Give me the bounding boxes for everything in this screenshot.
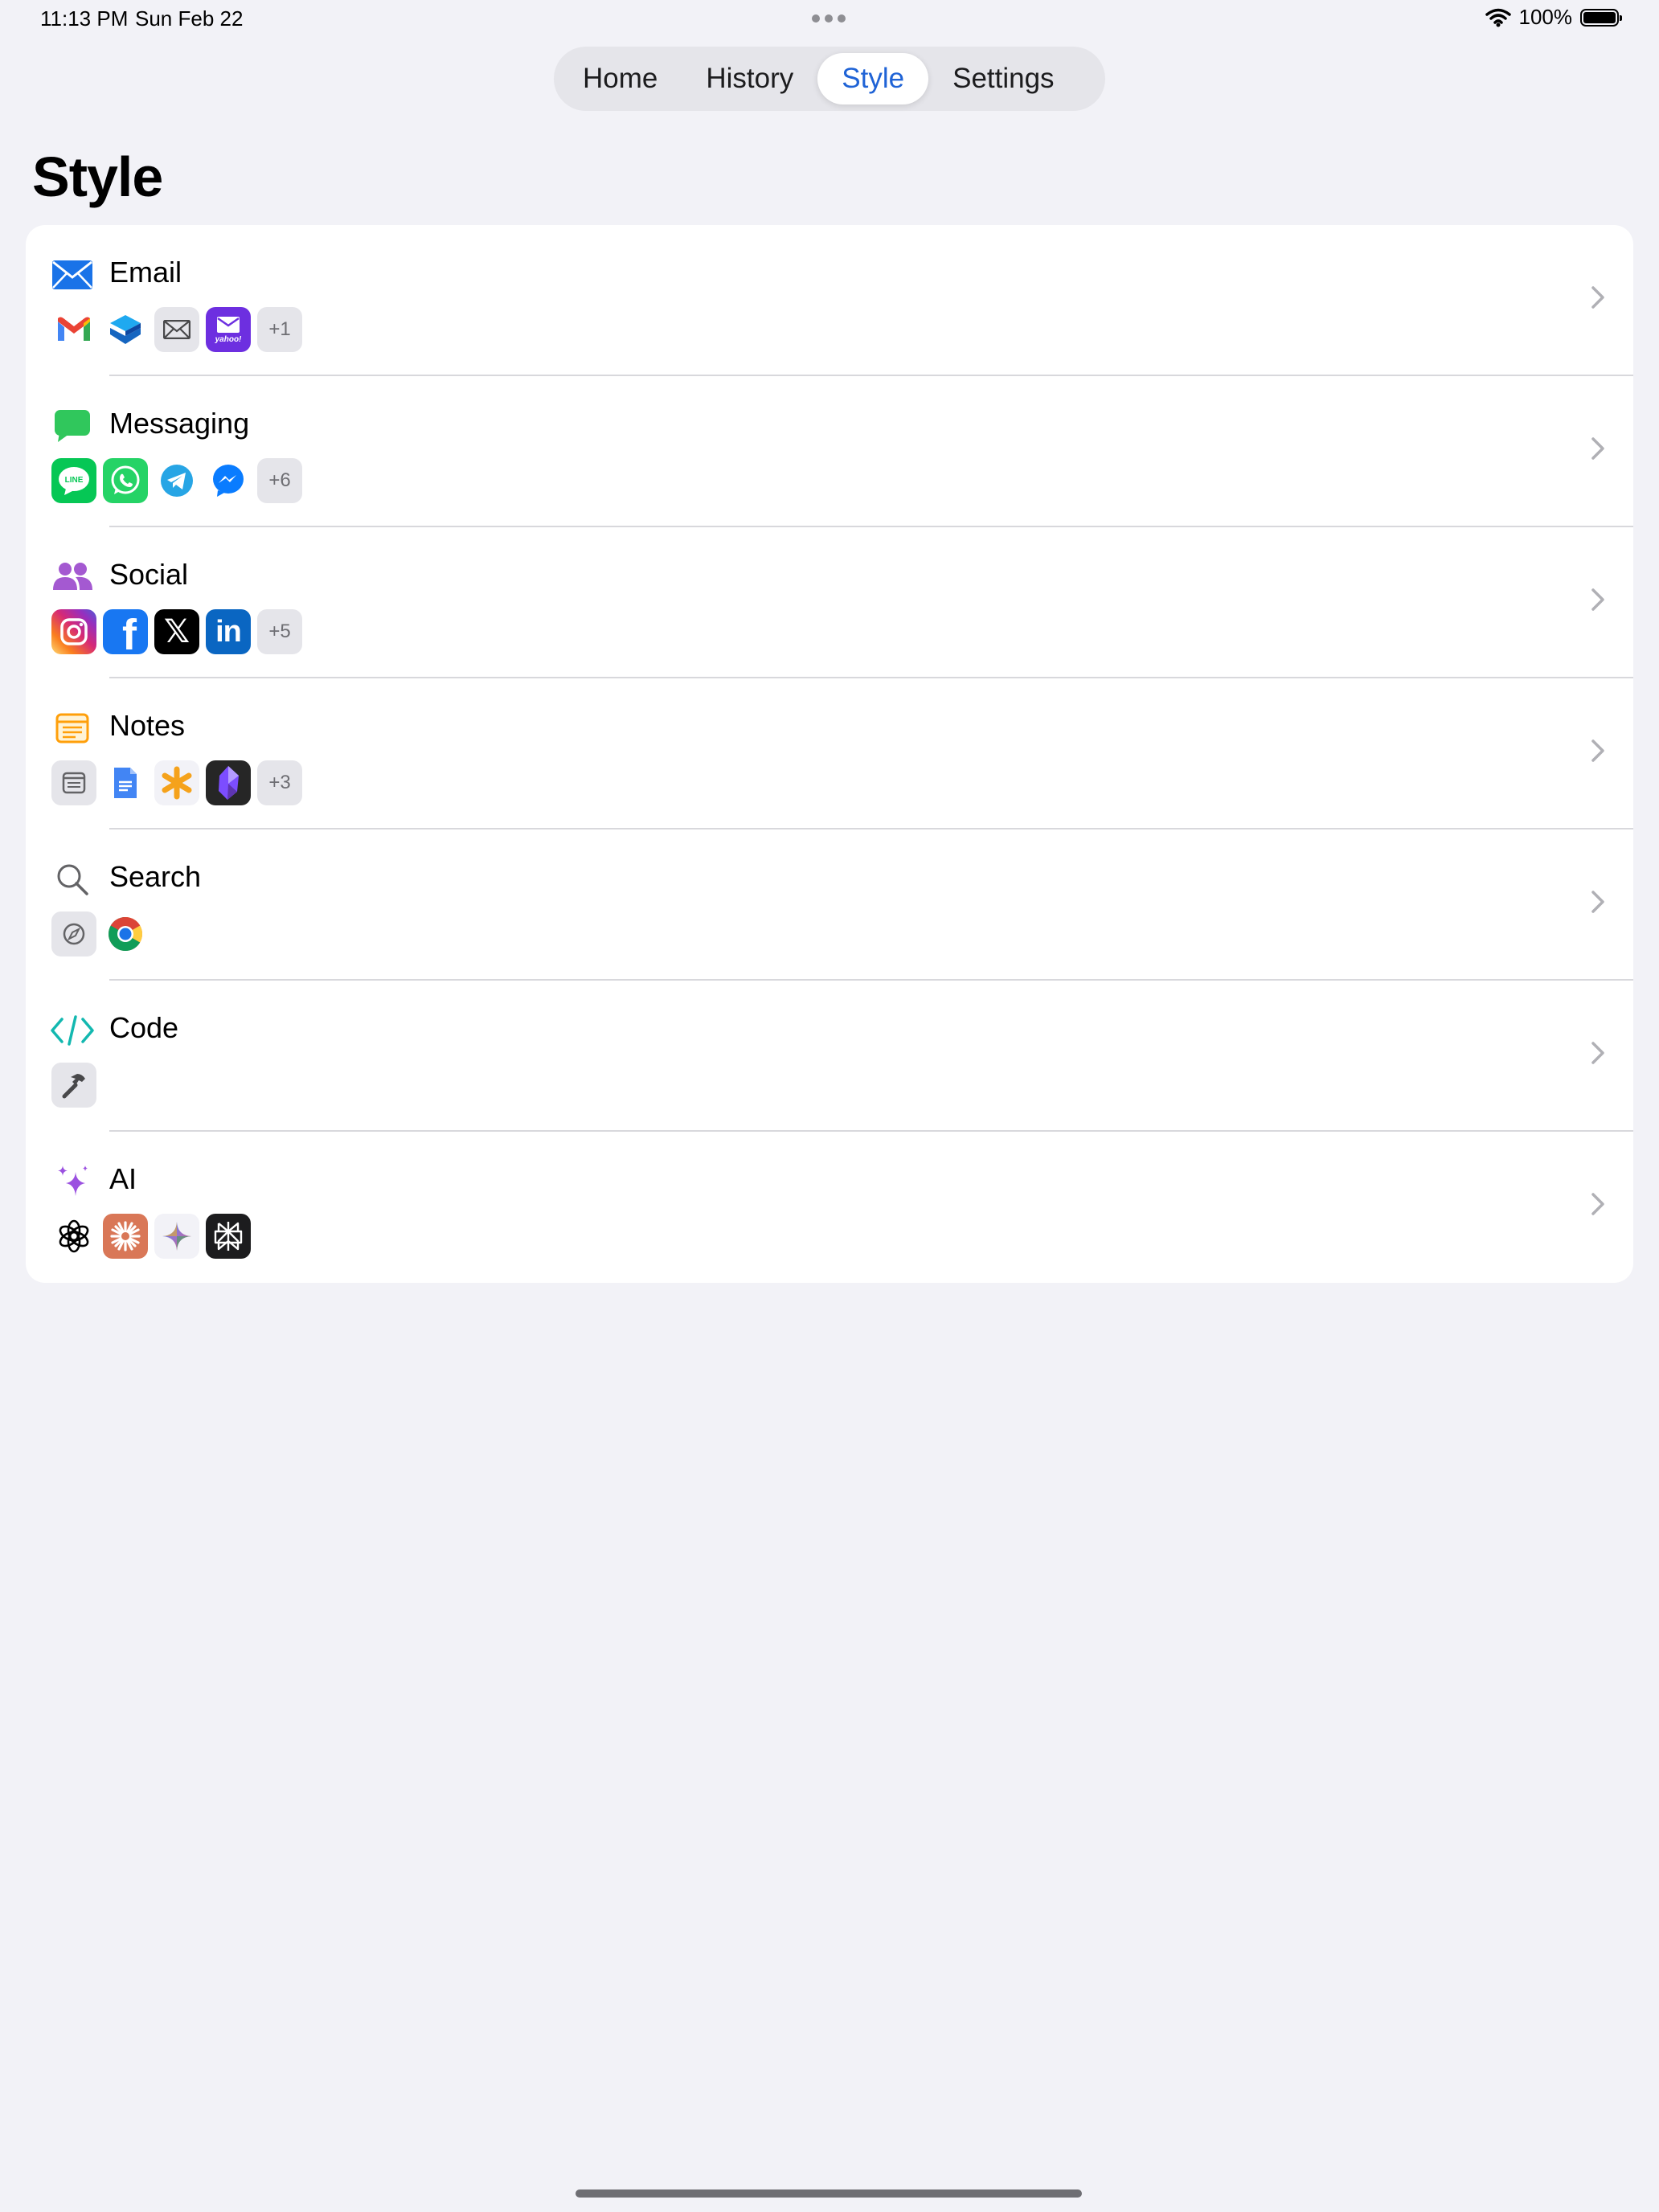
more-apps-count: +6 (257, 458, 302, 503)
chevron-right-icon (1591, 739, 1604, 762)
tab-bar: Home History Style Settings (554, 47, 1105, 111)
linkedin-icon: in (206, 609, 251, 654)
messenger-icon (206, 458, 251, 503)
tab-settings[interactable]: Settings (928, 53, 1078, 104)
status-indicators: 100% (1485, 5, 1622, 30)
google-docs-icon (103, 760, 148, 805)
category-label: Search (109, 860, 202, 893)
instagram-icon (51, 609, 96, 654)
linkedin-logo-text: in (215, 614, 242, 649)
category-label: Messaging (109, 407, 250, 440)
notes-app-icon (51, 760, 96, 805)
message-bubble-icon (50, 403, 95, 449)
xcode-hammer-icon (51, 1063, 96, 1108)
yahoo-logo-text: yahoo! (215, 334, 242, 344)
chrome-icon (103, 911, 148, 956)
x-icon: 𝕏 (154, 609, 199, 654)
chevron-right-icon (1591, 1193, 1604, 1215)
status-bar: 11:13 PM Sun Feb 22 100% (0, 0, 1659, 40)
app-icons (51, 911, 148, 956)
category-row-social[interactable]: Social f 𝕏 in +5 (26, 527, 1633, 678)
people-icon (50, 555, 95, 600)
gmail-icon (51, 307, 96, 352)
line-icon: LINE (51, 458, 96, 503)
app-icons: +3 (51, 760, 302, 805)
more-apps-count: +5 (257, 609, 302, 654)
category-row-messaging[interactable]: Messaging LINE +6 (26, 376, 1633, 527)
app-icons (51, 1063, 96, 1108)
app-icons: f 𝕏 in +5 (51, 609, 302, 654)
wifi-icon (1485, 8, 1511, 27)
category-label: Code (109, 1011, 179, 1044)
telegram-icon (154, 458, 199, 503)
mail-icon (154, 307, 199, 352)
perplexity-icon (206, 1214, 251, 1259)
category-row-notes[interactable]: Notes +3 (26, 678, 1633, 830)
whatsapp-icon (103, 458, 148, 503)
tab-style[interactable]: Style (817, 53, 929, 104)
magnifier-icon (50, 857, 95, 902)
tab-home[interactable]: Home (559, 53, 682, 104)
chevron-right-icon (1591, 588, 1604, 611)
tab-history[interactable]: History (682, 53, 817, 104)
category-label: Social (109, 558, 189, 591)
notes-icon (50, 706, 95, 751)
status-time: 11:13 PM (40, 6, 129, 31)
category-row-ai[interactable]: AI (26, 1132, 1633, 1283)
chevron-right-icon (1591, 286, 1604, 309)
chevron-right-icon (1591, 891, 1604, 913)
chevron-right-icon (1591, 1042, 1604, 1064)
battery-percentage: 100% (1518, 5, 1573, 29)
obsidian-icon (206, 760, 251, 805)
line-logo-text: LINE (65, 476, 84, 485)
sparkles-icon (50, 1159, 95, 1204)
claude-icon (103, 1214, 148, 1259)
spark-mail-icon (103, 307, 148, 352)
gemini-icon (154, 1214, 199, 1259)
app-icons (51, 1214, 251, 1259)
code-brackets-icon (50, 1008, 95, 1053)
category-row-search[interactable]: Search (26, 830, 1633, 981)
style-categories-list: Email yahoo! +1 Messaging LINE +6 Social… (26, 225, 1633, 1283)
status-date: Sun Feb 22 (135, 6, 244, 31)
battery-icon (1580, 8, 1622, 27)
more-apps-count: +3 (257, 760, 302, 805)
chevron-right-icon (1591, 437, 1604, 460)
home-indicator[interactable] (576, 2189, 1082, 2198)
category-row-email[interactable]: Email yahoo! +1 (26, 225, 1633, 376)
chatgpt-icon (51, 1214, 96, 1259)
app-icons: yahoo! +1 (51, 307, 302, 352)
asterisk-notes-icon (154, 760, 199, 805)
app-icons: LINE +6 (51, 458, 302, 503)
category-row-code[interactable]: Code (26, 981, 1633, 1132)
category-label: AI (109, 1162, 137, 1195)
facebook-icon: f (103, 609, 148, 654)
multitasking-dots-icon[interactable] (812, 14, 846, 23)
x-logo-text: 𝕏 (163, 613, 190, 650)
facebook-logo-text: f (122, 611, 137, 654)
category-label: Notes (109, 709, 186, 742)
yahoo-mail-icon: yahoo! (206, 307, 251, 352)
envelope-icon (50, 252, 95, 297)
more-apps-count: +1 (257, 307, 302, 352)
safari-icon (51, 911, 96, 956)
page-title: Style (32, 145, 163, 208)
category-label: Email (109, 256, 182, 289)
